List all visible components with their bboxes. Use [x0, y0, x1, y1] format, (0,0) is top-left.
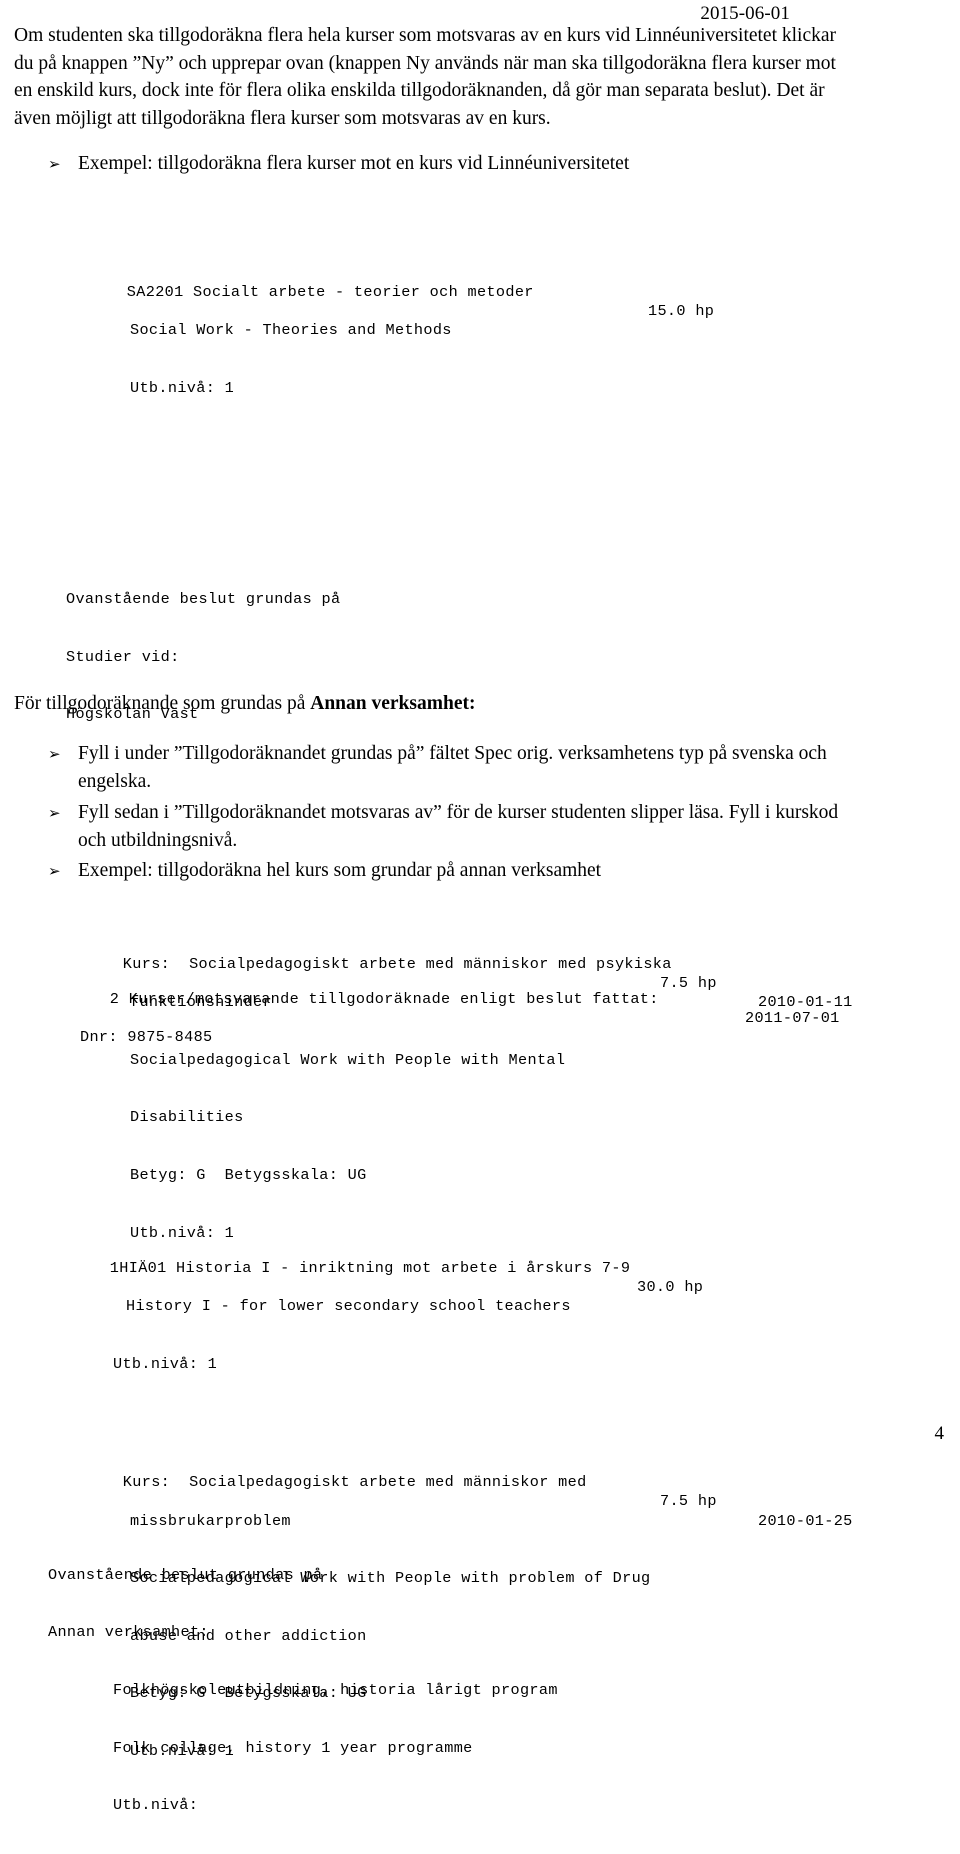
bullet-example-annan-verksamhet: ➢ Exempel: tillgodoräkna hel kurs som gr… — [48, 857, 928, 885]
report-basis-label: Ovanstående beslut grundas på — [66, 589, 341, 608]
report2-basis-label: Ovanstående beslut grundas på — [48, 1565, 323, 1584]
report-course-level: Utb.nivå: 1 — [130, 378, 235, 397]
arrowhead-bullet-icon: ➢ — [48, 155, 61, 173]
intro-line-2: du på knappen ”Ny” och upprepar ovan (kn… — [14, 52, 836, 74]
section-heading-prefix: För tillgodoräknande som grundas på — [14, 693, 311, 714]
arrowhead-bullet-icon: ➢ — [48, 745, 61, 763]
report-course-code-name: SA2201 Socialt arbete - teorier och meto… — [126, 282, 534, 301]
bullet-fill-spec-orig: ➢ Fyll i under ”Tillgodoräknandet grunda… — [48, 740, 938, 796]
bullet-fill-motsvaras-av: ➢ Fyll sedan i ”Tillgodoräknandet motsva… — [48, 799, 948, 855]
intro-line-1: Om studenten ska tillgodoräkna flera hel… — [14, 25, 837, 46]
arrowhead-bullet-icon: ➢ — [48, 862, 61, 880]
bullet-example-annan-verksamhet-text: Exempel: tillgodoräkna hel kurs som grun… — [78, 860, 602, 881]
report2-spacer-1 — [53, 1105, 933, 1124]
report2-spacer-2 — [53, 1163, 933, 1182]
document-page: 2015-06-01 Om studenten ska tillgodoräkn… — [0, 0, 960, 1814]
report2-course-header-row: 1HIÄ01 Historia I - inriktning mot arbet… — [53, 1239, 933, 1296]
report-spacer-2 — [70, 513, 930, 532]
section-heading-annan-verksamhet: För tillgodoräknande som grundas på Anna… — [14, 690, 948, 718]
report2-activity-sv: Folkhögskoleutbildning, historia lårigt … — [113, 1680, 558, 1699]
intro-paragraph: Om studenten ska tillgodoräkna flera hel… — [14, 22, 948, 132]
bullet-fill-motsvaras-av-text: Fyll sedan i ”Tillgodoräknandet motsvara… — [78, 802, 839, 851]
report2-basis-type: Annan verksamhet: — [48, 1623, 209, 1642]
report-course-name-en: Social Work - Theories and Methods — [130, 321, 452, 340]
intro-line-3: en enskild kurs, dock inte för flera oli… — [14, 80, 825, 101]
page-number: 4 — [934, 1423, 945, 1444]
intro-line-4: även möjligt att tillgodoräkna flera kur… — [14, 107, 551, 129]
report-course-header-row: SA2201 Socialt arbete - teorier och meto… — [70, 264, 930, 320]
arrowhead-bullet-icon: ➢ — [48, 804, 61, 822]
report2-dnr: Dnr: 9875-8485 — [80, 1028, 213, 1047]
report2-course-code-name: 1HIÄ01 Historia I - inriktning mot arbet… — [109, 1258, 631, 1277]
report-studies-label: Studier vid: — [66, 647, 180, 666]
report2-decision-date: 2011-07-01 — [745, 1009, 840, 1028]
section-heading-bold: Annan verksamhet: — [310, 693, 476, 714]
report2-activity-level: Utb.nivå: — [113, 1796, 199, 1815]
report2-course-name-en: History I - for lower secondary school t… — [126, 1296, 571, 1315]
bullet-example-linneuniversitetet: ➢ Exempel: tillgodoräkna flera kurser mo… — [48, 150, 918, 178]
report-spacer-1 — [70, 456, 930, 475]
report2-decision-header: 2 Kurser/motsvarande tillgodoräknade enl… — [109, 989, 659, 1008]
report2-course-level: Utb.nivå: 1 — [113, 1354, 218, 1373]
bullet-fill-spec-orig-text: Fyll i under ”Tillgodoräknandet grundas … — [78, 743, 827, 792]
report2-course-credits: 30.0 hp — [637, 1277, 704, 1296]
report2-spacer-3 — [53, 1431, 933, 1450]
report-course-credits: 15.0 hp — [648, 302, 715, 321]
report-block-annan-verksamhet: 2 Kurser/motsvarande tillgodoräknade enl… — [48, 913, 933, 1854]
report2-spacer-4 — [53, 1489, 933, 1508]
report2-activity-en: Folk collage, history 1 year programme — [113, 1738, 473, 1757]
bullet-example-linneuniversitetet-text: Exempel: tillgodoräkna flera kurser mot … — [78, 153, 630, 174]
report2-decision-header-row: 2 Kurser/motsvarande tillgodoräknade enl… — [53, 971, 933, 1027]
